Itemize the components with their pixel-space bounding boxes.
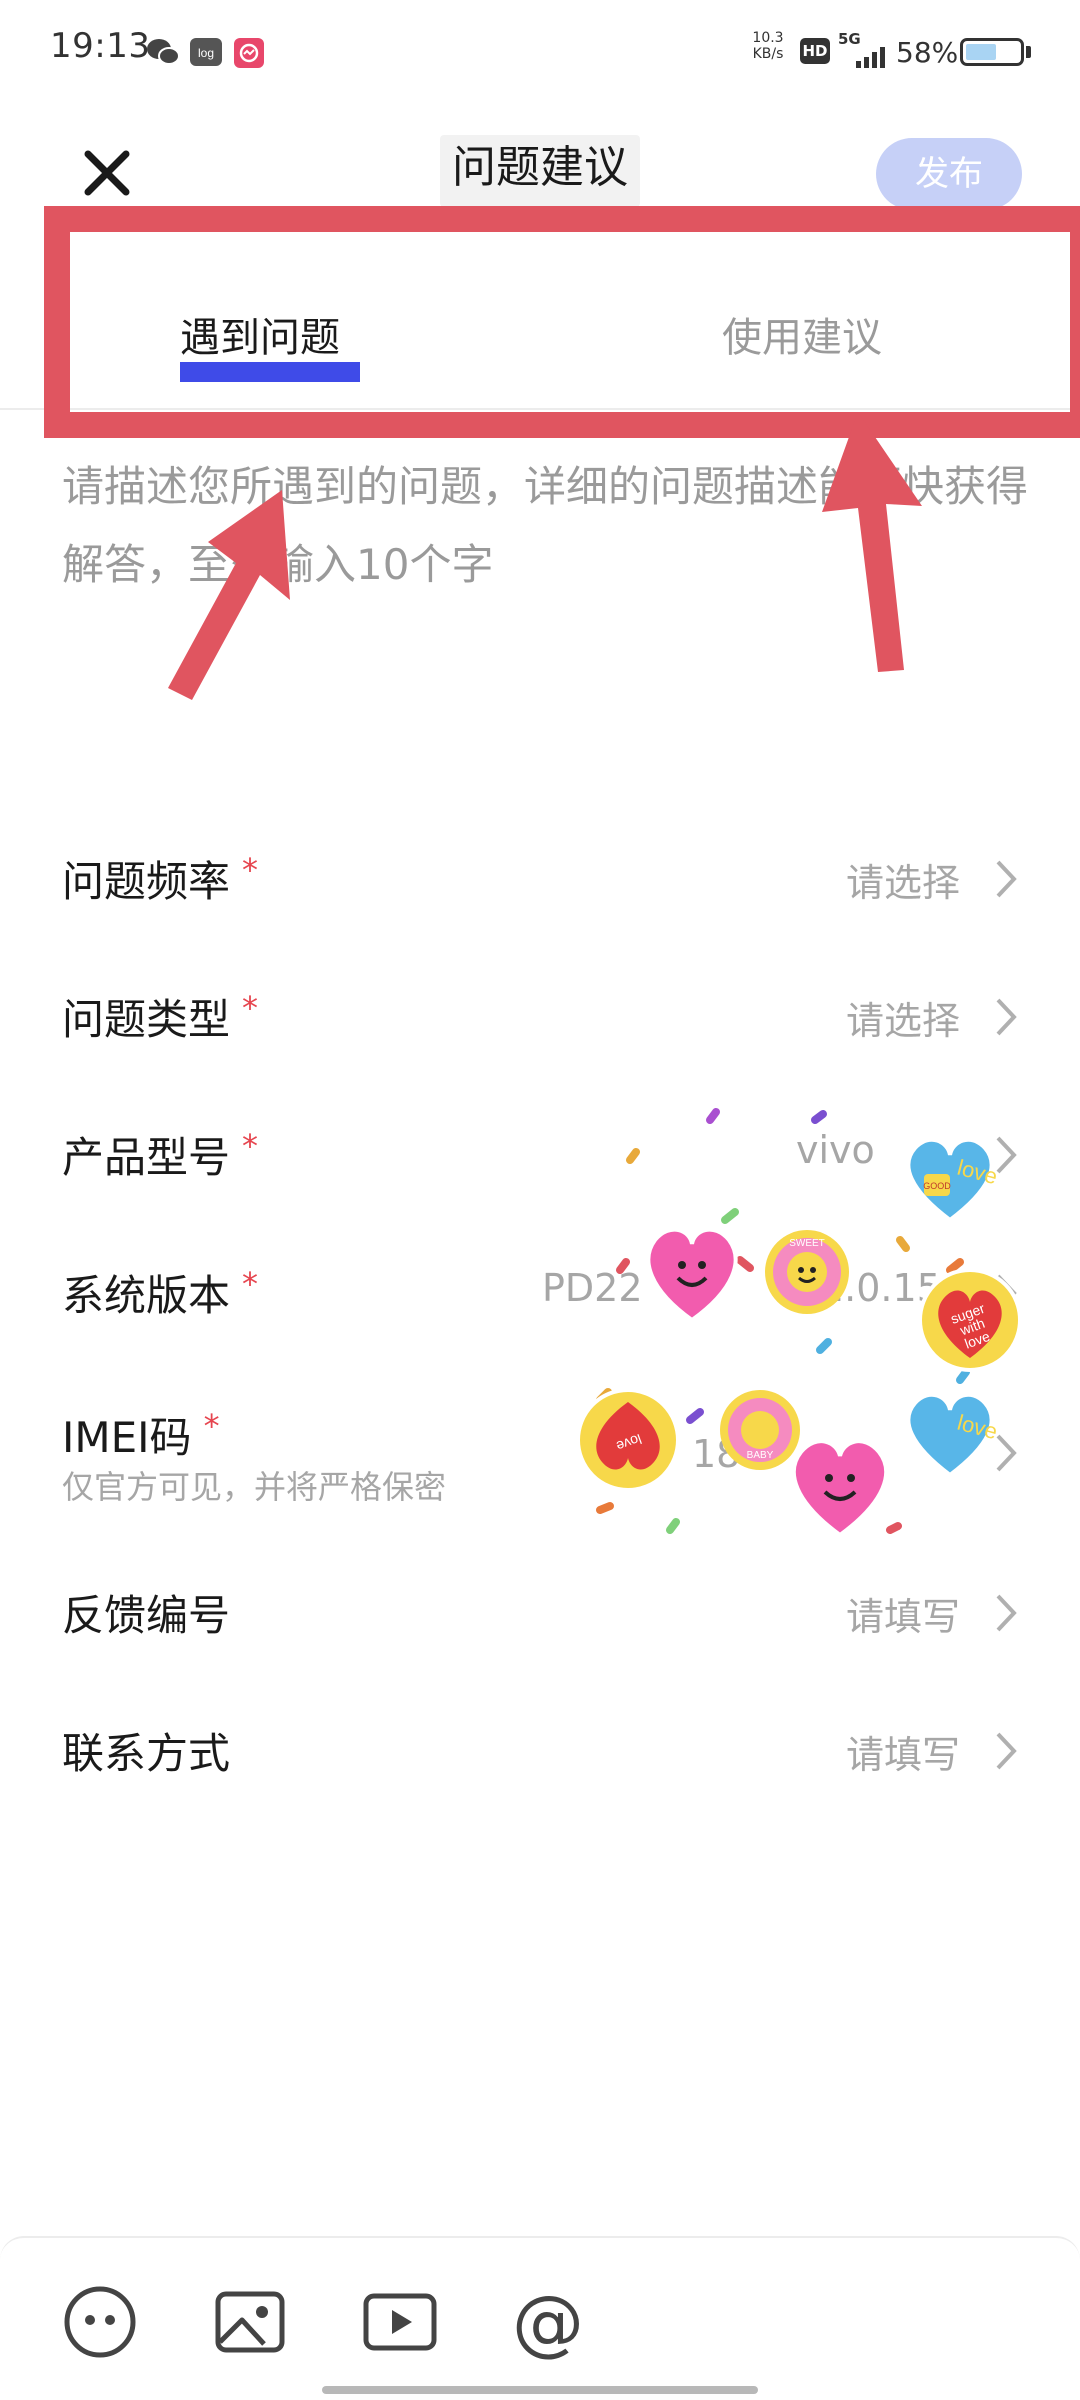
chevron-right-icon: [996, 1594, 1017, 1632]
problem-type-select[interactable]: 请选择: [846, 990, 960, 1045]
frequency-select[interactable]: 请选择: [846, 852, 960, 907]
home-indicator: [322, 2386, 758, 2394]
imei-label: IMEI码 *: [62, 1407, 220, 1462]
at-icon[interactable]: @: [510, 2284, 586, 2360]
frequency-label: 问题频率 *: [62, 851, 259, 906]
chevron-right-icon: [996, 1732, 1017, 1770]
signal-icon: [856, 47, 885, 68]
status-time: 19:13: [50, 26, 151, 66]
svg-text:GOOD: GOOD: [923, 1181, 951, 1191]
wechat-icon: [147, 39, 180, 65]
problem-type-label: 问题类型 *: [62, 989, 259, 1044]
product-model-label: 产品型号 *: [62, 1127, 259, 1182]
network-speed: 10.3 KB/s: [752, 30, 784, 62]
sticker-decoration: love GOOD SWEET suger with love love BAB…: [576, 1108, 1022, 1538]
annotation-arrow-left: [168, 490, 290, 700]
log-icon: log: [190, 38, 222, 66]
svg-text:SWEET: SWEET: [789, 1238, 825, 1249]
close-icon[interactable]: [82, 148, 132, 198]
chevron-right-icon: [996, 998, 1017, 1036]
feedback-number-input[interactable]: 请填写: [846, 1586, 960, 1641]
hd-badge: HD: [800, 38, 830, 64]
video-icon[interactable]: [362, 2284, 438, 2360]
chevron-right-icon: [996, 860, 1017, 898]
battery-icon: [960, 38, 1024, 66]
page-title: 问题建议: [440, 135, 640, 207]
annotation-arrow-right: [822, 412, 922, 672]
battery-percent: 58%: [896, 36, 959, 69]
app-icon: [234, 38, 264, 68]
feedback-number-label: 反馈编号: [62, 1591, 231, 1640]
svg-text:log: log: [198, 46, 214, 60]
contact-label: 联系方式: [62, 1729, 231, 1778]
system-version-label: 系统版本 *: [62, 1265, 259, 1320]
imei-privacy-note: 仅官方可见，并将严格保密: [62, 1468, 447, 1506]
svg-text:BABY: BABY: [747, 1450, 774, 1461]
image-icon[interactable]: [212, 2284, 288, 2360]
emoji-icon[interactable]: [62, 2284, 138, 2360]
publish-button[interactable]: 发布: [876, 138, 1022, 210]
contact-input[interactable]: 请填写: [846, 1724, 960, 1779]
